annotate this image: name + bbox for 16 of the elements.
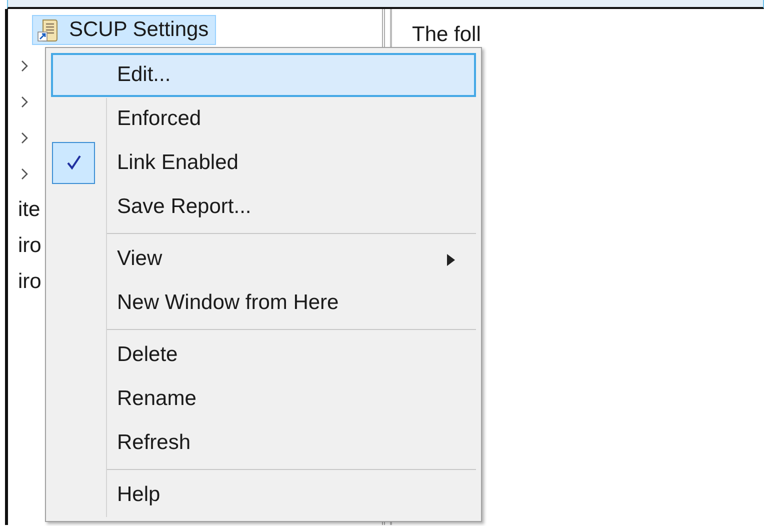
document-shortcut-icon <box>37 18 59 42</box>
menu-item[interactable]: Help <box>51 473 476 517</box>
menu-item[interactable]: New Window from Here <box>51 281 476 325</box>
tree-item-text[interactable]: iro <box>18 270 42 294</box>
menu-item[interactable]: Link Enabled <box>51 141 476 185</box>
menu-item[interactable]: Enforced <box>51 97 476 141</box>
tree-item-text[interactable]: iro <box>18 234 42 258</box>
menu-item[interactable]: View <box>51 237 476 281</box>
tree-item-text[interactable]: ite <box>18 198 40 222</box>
tree-item[interactable]: SCUP Settings <box>32 15 216 45</box>
details-text: The foll <box>412 23 481 46</box>
menu-item[interactable]: Delete <box>51 333 476 377</box>
menu-item[interactable]: Refresh <box>51 421 476 465</box>
menu-item[interactable]: Edit... <box>51 53 476 97</box>
menu-item[interactable]: Rename <box>51 377 476 421</box>
menu-item[interactable]: Save Report... <box>51 185 476 229</box>
